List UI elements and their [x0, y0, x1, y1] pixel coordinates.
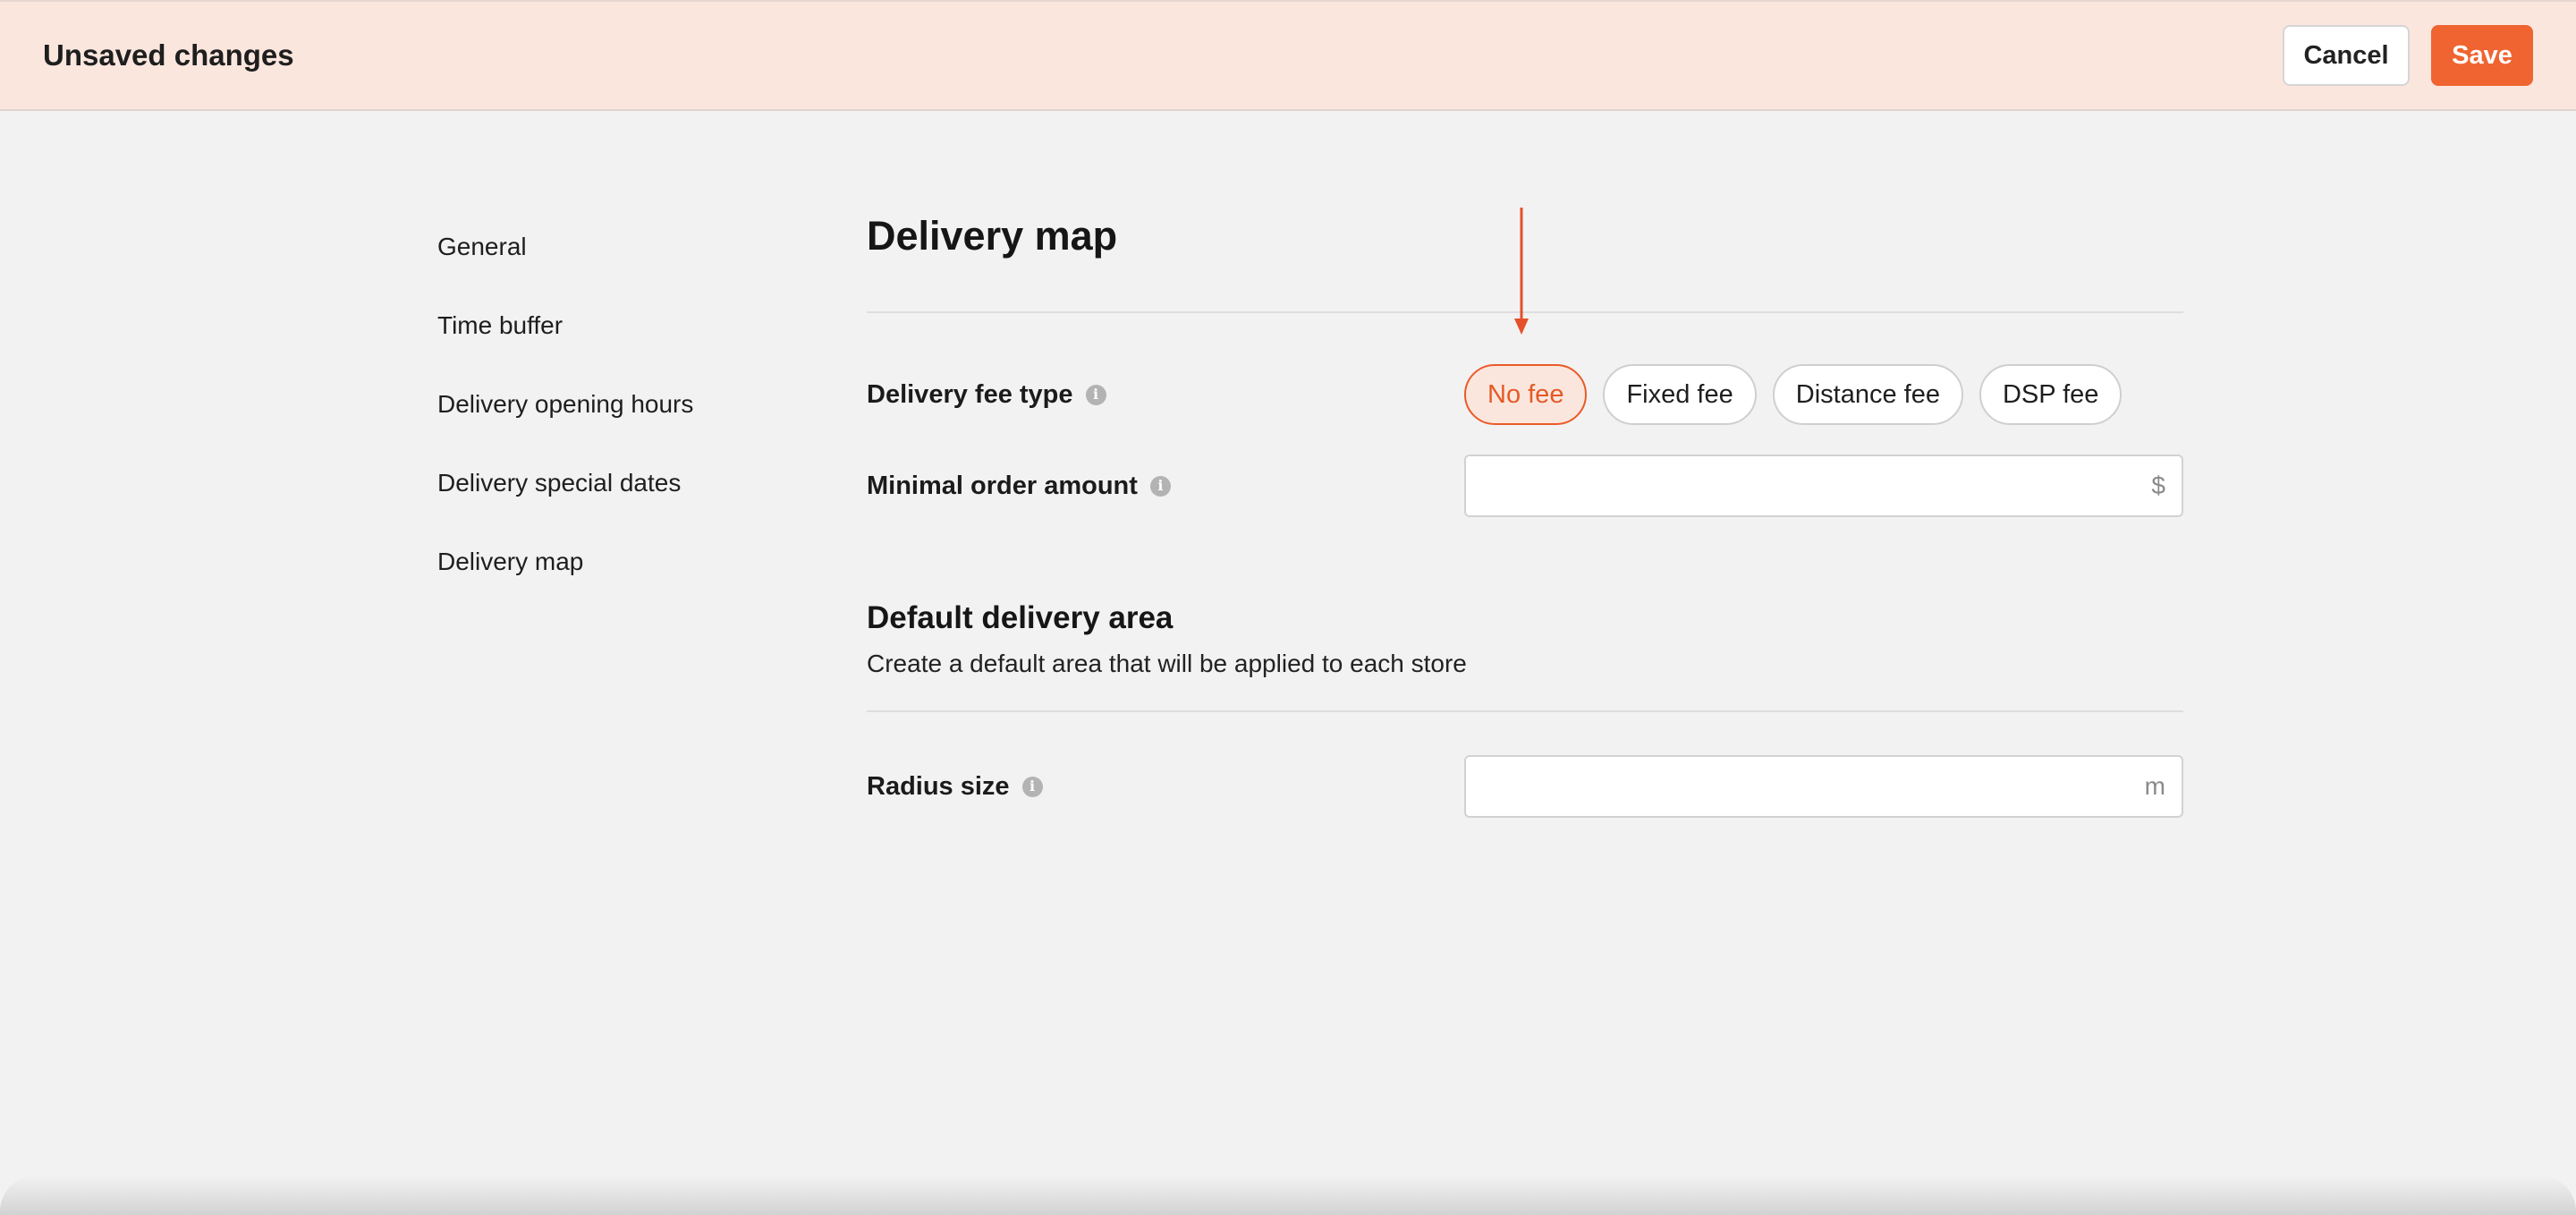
- sidenav-item-delivery-map[interactable]: Delivery map: [437, 542, 777, 621]
- fee-option-dsp-fee[interactable]: DSP fee: [1979, 364, 2123, 425]
- sidenav-item-time-buffer[interactable]: Time buffer: [437, 306, 777, 385]
- radius-size-input[interactable]: [1466, 757, 2182, 816]
- minimal-order-amount-input[interactable]: [1466, 456, 2182, 515]
- sidenav-item-delivery-special-dates[interactable]: Delivery special dates: [437, 463, 777, 542]
- delivery-fee-type-row: Delivery fee type i No fee Fixed fee Dis…: [867, 363, 2183, 426]
- info-icon[interactable]: i: [1085, 384, 1106, 405]
- save-button[interactable]: Save: [2431, 25, 2533, 86]
- radius-size-row: Radius size i m: [867, 755, 2183, 818]
- bottom-shadow: [0, 1176, 2576, 1215]
- annotation-arrow-icon: [1514, 208, 1529, 335]
- unit-suffix: m: [2144, 772, 2165, 800]
- settings-sidenav: General Time buffer Delivery opening hou…: [437, 227, 777, 621]
- radius-size-label-group: Radius size i: [867, 772, 1464, 802]
- minimal-order-amount-label-group: Minimal order amount i: [867, 472, 1464, 501]
- fee-option-distance-fee[interactable]: Distance fee: [1772, 364, 1963, 425]
- default-delivery-area-title: Default delivery area: [867, 600, 1174, 635]
- info-icon[interactable]: i: [1149, 475, 1171, 497]
- topbar-actions: Cancel Save: [2283, 25, 2533, 86]
- fee-option-fixed-fee[interactable]: Fixed fee: [1603, 364, 1757, 425]
- delivery-fee-type-label: Delivery fee type: [867, 379, 1073, 409]
- fee-option-no-fee[interactable]: No fee: [1464, 364, 1588, 425]
- cancel-button[interactable]: Cancel: [2283, 25, 2410, 86]
- currency-suffix: $: [2151, 472, 2165, 499]
- delivery-fee-type-options: No fee Fixed fee Distance fee DSP fee: [1464, 364, 2123, 425]
- minimal-order-amount-label: Minimal order amount: [867, 471, 1138, 500]
- minimal-order-amount-row: Minimal order amount i $: [867, 455, 2183, 517]
- sidenav-item-general[interactable]: General: [437, 227, 777, 306]
- delivery-fee-type-label-group: Delivery fee type i: [867, 380, 1464, 410]
- info-icon[interactable]: i: [1021, 776, 1043, 797]
- section-divider: [867, 710, 2183, 712]
- minimal-order-amount-field: $: [1464, 455, 2183, 517]
- default-delivery-area-description: Create a default area that will be appli…: [867, 650, 1467, 677]
- unsaved-changes-title: Unsaved changes: [43, 38, 294, 72]
- radius-size-field: m: [1464, 755, 2183, 818]
- unsaved-changes-bar: Unsaved changes Cancel Save: [0, 0, 2576, 111]
- sidenav-item-delivery-opening-hours[interactable]: Delivery opening hours: [437, 385, 777, 463]
- radius-size-label: Radius size: [867, 771, 1010, 801]
